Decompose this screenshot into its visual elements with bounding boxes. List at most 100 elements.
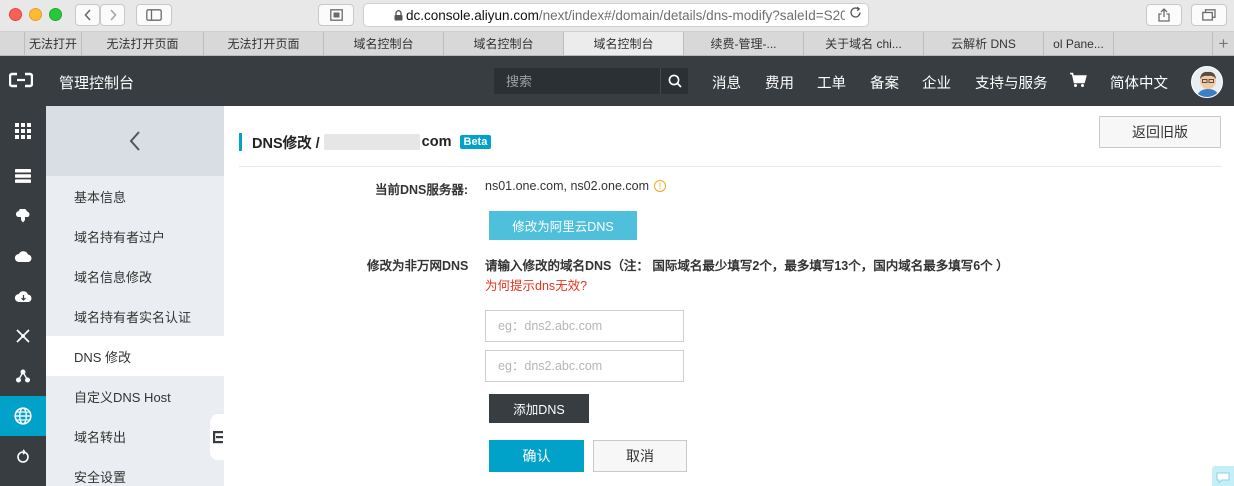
tab[interactable]: 域名控制台 — [444, 32, 564, 55]
tab[interactable]: 域名控制台 — [324, 32, 444, 55]
search-icon[interactable] — [660, 68, 688, 94]
page-title-bar: DNS修改 / com Beta — [239, 133, 492, 152]
rail-cdn[interactable] — [0, 356, 46, 396]
tab[interactable]: 无法打开页面 — [82, 32, 204, 55]
top-navigation: 管理控制台 消息 费用 工单 备案 企业 支持与服务 简体中文 — [0, 56, 1234, 106]
sidebar-icon — [146, 9, 162, 21]
nav-tickets[interactable]: 工单 — [817, 72, 846, 93]
submenu-back-button[interactable] — [46, 106, 224, 176]
add-dns-button[interactable]: 添加DNS — [489, 394, 589, 423]
tab[interactable]: 关于域名 chi... — [804, 32, 924, 55]
browser-titlebar: dc.console.aliyun.com/next/index#/domain… — [0, 0, 1234, 32]
invalid-dns-help-link[interactable]: 为何提示dns无效? — [485, 275, 587, 294]
submenu-item-security[interactable]: 安全设置 — [46, 456, 224, 486]
nav-icp-filing[interactable]: 备案 — [870, 72, 899, 93]
redacted-domain — [323, 134, 420, 150]
submenu-item-real-name[interactable]: 域名持有者实名认证 — [46, 296, 224, 336]
product-icon-rail — [0, 106, 46, 486]
chevron-left-icon — [129, 131, 140, 151]
share-nodes-icon — [16, 369, 30, 383]
console-title[interactable]: 管理控制台 — [59, 72, 134, 93]
domain-submenu: 基本信息 域名持有者过户 域名信息修改 域名持有者实名认证 DNS 修改 自定义… — [46, 106, 224, 486]
share-button[interactable] — [1146, 4, 1182, 26]
cloud-shield-icon — [15, 209, 30, 223]
forward-button[interactable] — [100, 4, 125, 26]
url-path: /next/index#/domain/details/dns-modify?s… — [538, 7, 856, 23]
cloud-download-icon — [14, 291, 31, 302]
tab[interactable]: ol Pane... — [1044, 32, 1114, 55]
divider — [239, 166, 1221, 167]
domain-suffix: com — [421, 134, 452, 150]
main-content: DNS修改 / com Beta 返回旧版 当前DNS服务器: ns01.one… — [224, 106, 1234, 486]
zoom-window-button[interactable] — [49, 8, 62, 21]
rail-security[interactable] — [0, 196, 46, 236]
dns-instruction: 请输入修改的域名DNS（注： 国际域名最少填写2个，最多填写13个，国内域名最多… — [485, 259, 1009, 273]
collapse-icon — [213, 431, 223, 444]
nav-language[interactable]: 简体中文 — [1110, 72, 1168, 93]
avatar[interactable] — [1191, 66, 1223, 98]
nav-billing[interactable]: 费用 — [765, 72, 794, 93]
tab[interactable]: 无法打开 — [25, 32, 82, 55]
tab-bar: 无法打开 无法打开页面 无法打开页面 域名控制台 域名控制台 域名控制台 续费-… — [0, 32, 1234, 56]
aliyun-logo-icon[interactable] — [8, 72, 34, 91]
submenu-item-custom-dns-host[interactable]: 自定义DNS Host — [46, 376, 224, 416]
rail-domains[interactable] — [0, 396, 46, 436]
back-button[interactable] — [75, 4, 100, 26]
close-window-button[interactable] — [9, 8, 22, 21]
address-bar[interactable]: dc.console.aliyun.com/next/index#/domain… — [363, 3, 869, 27]
tab-pinned[interactable] — [0, 32, 25, 55]
rail-storage[interactable] — [0, 276, 46, 316]
global-search — [494, 68, 688, 94]
chevron-left-icon — [83, 9, 91, 21]
current-dns-label: 当前DNS服务器: — [375, 183, 469, 197]
server-icon — [15, 169, 31, 183]
grid-icon — [15, 123, 31, 139]
share-icon — [1158, 8, 1170, 22]
rail-network[interactable] — [0, 316, 46, 356]
rail-cloud[interactable] — [0, 236, 46, 276]
tab[interactable]: 续费-管理-... — [684, 32, 804, 55]
cloud-upload-icon — [14, 251, 31, 262]
search-input[interactable] — [494, 68, 660, 94]
nav-enterprise[interactable]: 企业 — [922, 72, 951, 93]
submenu-item-transfer-out[interactable]: 域名转出 — [46, 416, 224, 456]
confirm-button[interactable]: 确认 — [489, 440, 584, 472]
lock-icon — [394, 10, 403, 23]
page-title: DNS修改 / — [252, 135, 320, 152]
new-tab-button[interactable]: + — [1212, 32, 1234, 55]
minimize-window-button[interactable] — [29, 8, 42, 21]
submenu-item-dns-modify[interactable]: DNS 修改 — [46, 336, 224, 376]
reader-button[interactable] — [318, 4, 354, 26]
globe-icon — [14, 407, 32, 425]
tab[interactable]: 无法打开页面 — [204, 32, 324, 55]
reader-icon — [329, 9, 343, 21]
dns-field-2[interactable] — [485, 350, 684, 382]
sidebar-toggle-button[interactable] — [136, 4, 172, 26]
nav-messages[interactable]: 消息 — [712, 72, 741, 93]
feedback-float-icon[interactable] — [1212, 466, 1234, 486]
beta-badge: Beta — [459, 135, 492, 149]
submenu-item-basic-info[interactable]: 基本信息 — [46, 176, 224, 216]
chevron-right-icon — [109, 9, 117, 21]
reload-icon[interactable] — [845, 6, 862, 23]
current-dns-value: ns01.one.com, ns02.one.com — [485, 179, 649, 193]
old-version-button[interactable]: 返回旧版 — [1099, 116, 1221, 148]
dns-field-1[interactable] — [485, 310, 684, 342]
rail-more[interactable] — [0, 436, 46, 476]
fire-icon — [17, 449, 29, 463]
submenu-item-owner-transfer[interactable]: 域名持有者过户 — [46, 216, 224, 256]
non-wanwang-dns-label: 修改为非万网DNS — [367, 259, 469, 273]
current-dns-row: ns01.one.com, ns02.one.com! — [485, 179, 666, 193]
switch-to-aliyun-dns-button[interactable]: 修改为阿里云DNS — [489, 211, 637, 240]
rail-ecs[interactable] — [0, 156, 46, 196]
tabs-overview-icon — [1202, 9, 1216, 21]
tabs-overview-button[interactable] — [1191, 4, 1227, 26]
cancel-button[interactable]: 取消 — [593, 440, 687, 472]
tab-active[interactable]: 域名控制台 — [564, 32, 684, 55]
cart-icon[interactable] — [1069, 72, 1087, 91]
submenu-item-info-modify[interactable]: 域名信息修改 — [46, 256, 224, 296]
rail-products[interactable] — [0, 111, 46, 151]
warning-icon[interactable]: ! — [654, 180, 666, 192]
nav-support[interactable]: 支持与服务 — [975, 72, 1048, 93]
tab[interactable]: 云解析 DNS — [924, 32, 1044, 55]
